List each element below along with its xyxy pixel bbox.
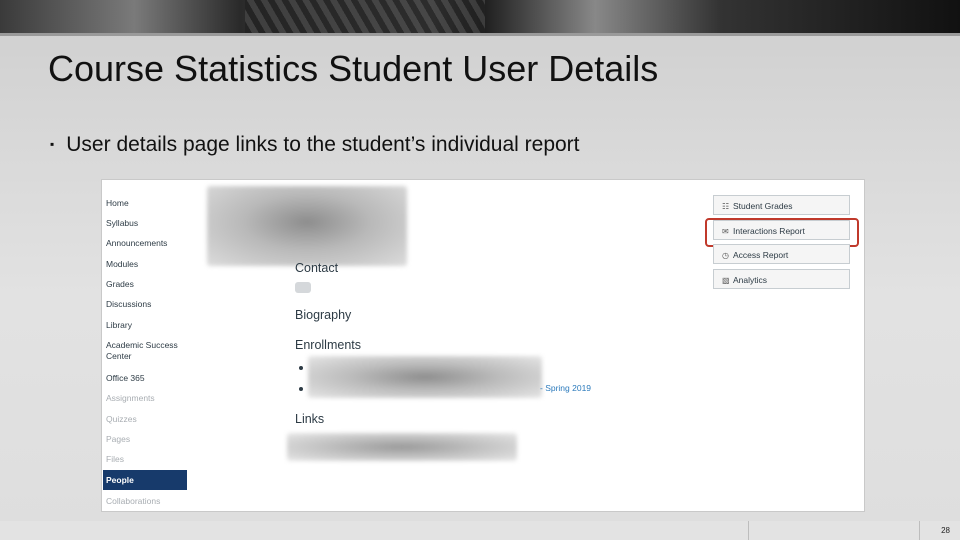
biography-heading: Biography [295,308,352,322]
blurred-profile-avatar [207,186,407,266]
bullet-text: User details page links to the student’s… [66,133,580,156]
footer-divider [748,521,749,540]
chart-icon: ▧ [722,276,730,285]
access-report-label: Access Report [733,250,789,260]
clock-icon: ◷ [722,251,729,260]
message-bubble-icon[interactable] [295,282,311,293]
course-navigation: Home Syllabus Announcements Modules Grad… [102,180,189,511]
nav-item-modules[interactable]: Modules [106,259,138,269]
analytics-label: Analytics [733,275,768,285]
header-banner-image [0,0,960,36]
nav-item-library[interactable]: Library [106,320,132,330]
nav-item-academic-success-center[interactable]: Academic Success Center [106,340,186,362]
nav-item-people[interactable]: People [103,470,187,490]
slide-footer [0,521,960,540]
enrollment-link[interactable]: - Spring 2019 [540,383,591,393]
student-grades-button[interactable]: ☷ Student Grades [713,195,850,215]
enrollment-bullet [299,387,303,391]
nav-item-pages[interactable]: Pages [106,434,130,444]
nav-item-office-365[interactable]: Office 365 [106,373,145,383]
footer-divider [919,521,920,540]
bullet-square-icon: ▪ [50,137,55,151]
nav-item-files[interactable]: Files [106,454,124,464]
nav-item-announcements[interactable]: Announcements [106,238,167,248]
enrollment-bullet [299,366,303,370]
interactions-report-highlight [705,218,859,247]
canvas-user-details-screenshot: Home Syllabus Announcements Modules Grad… [101,179,865,512]
enrollments-heading: Enrollments [295,338,361,352]
nav-item-collaborations[interactable]: Collaborations [106,496,160,506]
bullet-point: ▪ User details page links to the student’… [50,133,580,157]
nav-item-syllabus[interactable]: Syllabus [106,218,138,228]
student-grades-label: Student Grades [733,201,793,211]
nav-item-grades[interactable]: Grades [106,279,134,289]
page-number: 28 [941,526,950,535]
nav-item-discussions[interactable]: Discussions [106,299,151,309]
blurred-links [287,433,517,461]
access-report-button[interactable]: ◷ Access Report [713,244,850,264]
contact-heading: Contact [295,261,339,275]
nav-item-quizzes[interactable]: Quizzes [106,414,137,424]
nav-item-home[interactable]: Home [106,198,129,208]
links-heading: Links [295,412,325,426]
slide-title: Course Statistics Student User Details [48,48,659,89]
analytics-button[interactable]: ▧ Analytics [713,269,850,289]
banner-divider [0,33,960,36]
gradebook-icon: ☷ [722,202,730,211]
nav-item-assignments[interactable]: Assignments [106,393,155,403]
banner-texture [245,0,485,33]
blurred-enrollment-list [308,356,542,398]
